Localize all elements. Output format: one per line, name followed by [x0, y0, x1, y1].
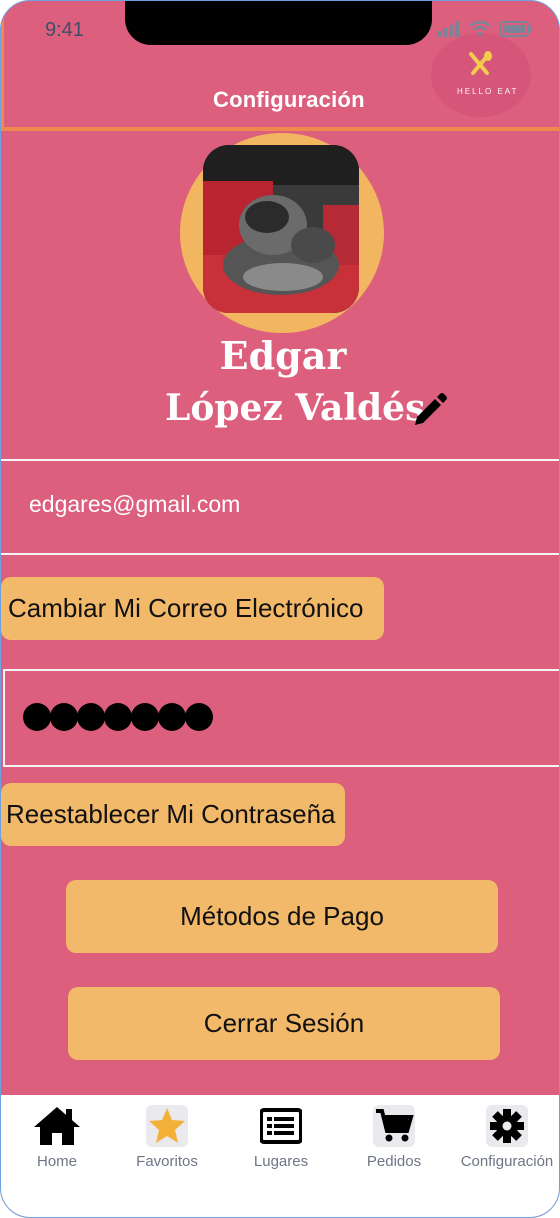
tab-favoritos[interactable]: Favoritos: [117, 1105, 217, 1170]
first-name-text: Edgar: [219, 333, 347, 378]
gear-icon: [486, 1105, 528, 1147]
battery-icon: [499, 21, 532, 37]
profile-first-name: Edgar: [1, 333, 559, 378]
reset-password-button[interactable]: Reestablecer Mi Contraseña: [1, 783, 345, 846]
tab-label: Home: [36, 1153, 77, 1170]
device-notch: [125, 1, 432, 45]
tab-home[interactable]: Home: [7, 1105, 107, 1170]
cart-icon: [373, 1105, 415, 1147]
tab-lugares[interactable]: Lugares: [231, 1105, 331, 1170]
logo-text: HELLO EAT: [457, 87, 519, 96]
page-title: Configuración: [213, 87, 365, 112]
tab-label: Lugares: [253, 1153, 309, 1170]
password-dot: [77, 703, 105, 731]
tab-pedidos[interactable]: Pedidos: [344, 1105, 444, 1170]
app-logo: HELLO EAT: [431, 33, 531, 117]
tab-label: Favoritos: [136, 1153, 198, 1170]
profile-last-name: López Valdés: [165, 387, 426, 429]
avatar-dog-image: [203, 145, 359, 313]
password-dot: [158, 703, 186, 731]
password-dot: [50, 703, 78, 731]
change-email-button[interactable]: Cambiar Mi Correo Electrónico: [1, 577, 384, 640]
pencil-icon[interactable]: [411, 391, 449, 429]
logout-button[interactable]: Cerrar Sesión: [68, 987, 500, 1060]
signal-icon: [437, 21, 459, 37]
tab-configuracion[interactable]: Configuración: [457, 1105, 557, 1170]
star-icon: [146, 1105, 188, 1147]
password-dot: [23, 703, 51, 731]
list-icon: [260, 1108, 302, 1144]
password-dot: [131, 703, 159, 731]
status-icons: [437, 21, 533, 37]
fork-spoon-icon: [469, 51, 492, 75]
phone-screen: 9:41 Configuración HELLO EAT Edgar López…: [0, 0, 560, 1218]
status-time: 9:41: [45, 19, 84, 41]
tab-label: Pedidos: [366, 1153, 422, 1170]
email-value: edgares@gmail.com: [29, 491, 241, 517]
wifi-icon: [469, 21, 491, 37]
avatar[interactable]: [203, 145, 359, 313]
password-mask: [23, 703, 213, 731]
tab-label: Configuración: [460, 1153, 554, 1170]
payment-methods-button[interactable]: Métodos de Pago: [66, 880, 498, 953]
tab-bar: Home Favoritos Lugares Pedidos Configura…: [1, 1095, 559, 1217]
password-dot: [185, 703, 213, 731]
password-dot: [104, 703, 132, 731]
home-icon: [34, 1107, 80, 1145]
